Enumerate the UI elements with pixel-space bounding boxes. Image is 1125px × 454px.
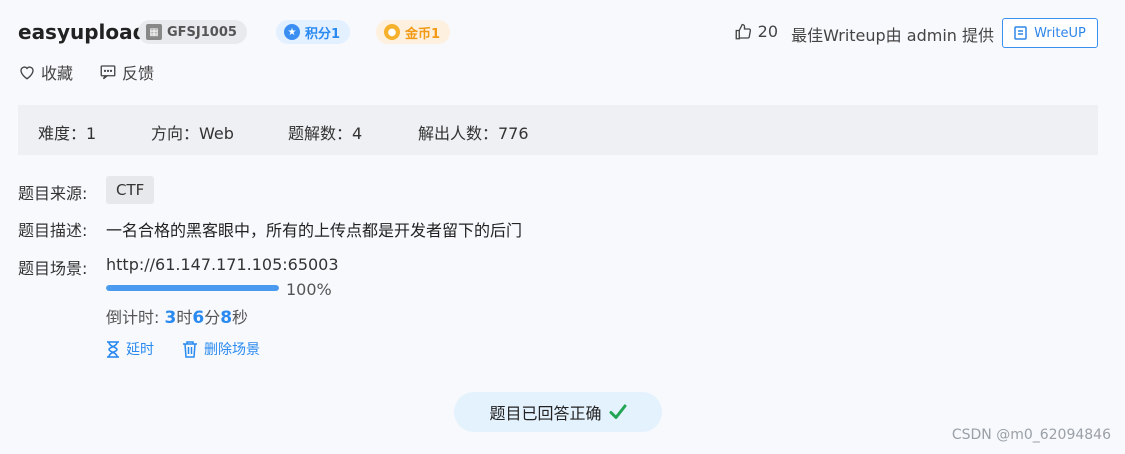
favorite-label: 收藏 bbox=[41, 64, 74, 83]
like-count: 20 bbox=[757, 22, 778, 41]
challenge-title: easyupload bbox=[18, 20, 147, 44]
countdown-seconds: 8 bbox=[220, 308, 233, 328]
score-badge: ★ 积分1 bbox=[276, 20, 351, 44]
challenge-header: easyupload ▦ GFSJ1005 ★ 积分1 ● 金币1 20 最佳W… bbox=[18, 18, 1098, 50]
countdown-minutes: 6 bbox=[192, 308, 205, 328]
source-label: 题目来源: bbox=[18, 184, 88, 203]
source-tag: CTF bbox=[106, 176, 155, 204]
countdown-prefix: 倒计时: bbox=[106, 308, 165, 327]
thumbs-up-icon bbox=[735, 23, 751, 39]
like-button[interactable]: 20 bbox=[734, 22, 778, 41]
countdown-seconds-unit: 秒 bbox=[232, 308, 249, 327]
scene-label: 题目场景: bbox=[18, 259, 88, 278]
direction-info: 方向：Web bbox=[151, 124, 234, 143]
challenge-id-icon: ▦ bbox=[146, 24, 162, 40]
challenge-id-badge: ▦ GFSJ1005 bbox=[138, 20, 247, 44]
answered-status: 题目已回答正确 bbox=[454, 392, 662, 432]
solvers-info: 解出人数：776 bbox=[418, 124, 529, 143]
difficulty-info: 难度：1 bbox=[38, 124, 97, 143]
heart-icon bbox=[20, 66, 34, 80]
description-text: 一名合格的黑客眼中，所有的上传点都是开发者留下的后门 bbox=[106, 221, 523, 240]
extend-time-label: 延时 bbox=[126, 342, 154, 358]
csdn-watermark: CSDN @m0_62094846 bbox=[951, 427, 1111, 443]
description-label: 题目描述: bbox=[18, 221, 88, 240]
writeup-button-label: WriteUP bbox=[1034, 25, 1086, 41]
best-writeup-note: 最佳Writeup由 admin 提供 bbox=[791, 26, 994, 45]
document-icon bbox=[1014, 26, 1027, 40]
coin-icon: ● bbox=[384, 24, 400, 40]
countdown-hours-unit: 时 bbox=[176, 308, 193, 327]
score-text: 积分1 bbox=[305, 26, 341, 42]
coin-text: 金币1 bbox=[405, 26, 441, 42]
delete-scene-label: 删除场景 bbox=[204, 342, 260, 358]
countdown: 倒计时: 3时6分8秒 bbox=[106, 304, 248, 328]
comment-icon bbox=[100, 65, 116, 80]
writeup-button[interactable]: WriteUP bbox=[1002, 18, 1098, 48]
action-bar: 收藏 反馈 bbox=[18, 60, 180, 84]
countdown-hours: 3 bbox=[164, 308, 177, 328]
scene-progress-fill bbox=[106, 285, 279, 291]
hourglass-icon bbox=[107, 340, 119, 358]
extend-time-button[interactable]: 延时 bbox=[106, 339, 154, 359]
solves-info: 题解数：4 bbox=[288, 124, 363, 143]
challenge-info-bar: 难度：1 方向：Web 题解数：4 解出人数：776 bbox=[18, 105, 1098, 155]
score-icon: ★ bbox=[284, 24, 300, 40]
delete-scene-button[interactable]: 删除场景 bbox=[182, 339, 260, 359]
favorite-button[interactable]: 收藏 bbox=[18, 60, 73, 84]
coin-badge: ● 金币1 bbox=[376, 20, 451, 44]
checkmark-icon bbox=[609, 404, 626, 419]
feedback-label: 反馈 bbox=[122, 64, 155, 83]
scene-url[interactable]: http://61.147.171.105:65003 bbox=[106, 255, 339, 274]
scene-progress-percent: 100% bbox=[286, 280, 332, 299]
scene-progress-bar bbox=[106, 285, 279, 291]
trash-icon bbox=[183, 340, 197, 358]
answered-text: 题目已回答正确 bbox=[489, 404, 602, 423]
challenge-id-text: GFSJ1005 bbox=[167, 24, 237, 40]
feedback-button[interactable]: 反馈 bbox=[99, 60, 154, 84]
countdown-minutes-unit: 分 bbox=[204, 308, 221, 327]
